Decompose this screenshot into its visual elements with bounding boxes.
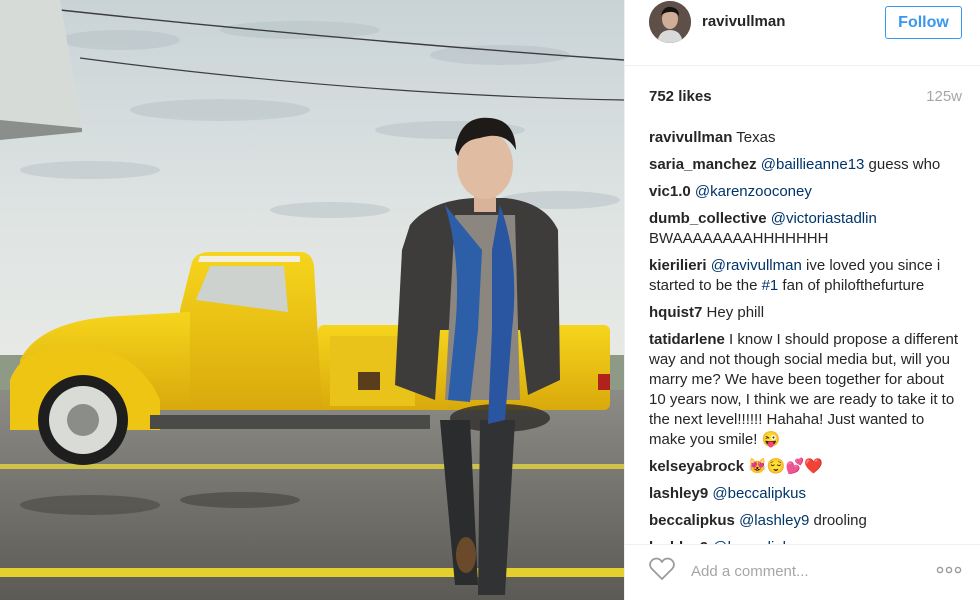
- comment-item: beccalipkus @lashley9 drooling: [649, 511, 963, 531]
- comment-body-text: fan of philofthefurture: [778, 277, 925, 294]
- comment-mention-link[interactable]: @victoriastadlin: [771, 210, 877, 227]
- comment-item: saria_manchez @baillieanne13 guess who: [649, 155, 963, 175]
- post-photo[interactable]: [0, 0, 624, 600]
- comment-author[interactable]: kelseyabrock: [649, 458, 744, 475]
- post-age[interactable]: 125w: [926, 88, 962, 105]
- comment-author[interactable]: lashley9: [649, 485, 708, 502]
- comment-item: vic1.0 @karenzooconey: [649, 182, 963, 202]
- comment-author[interactable]: beccalipkus: [649, 512, 735, 529]
- comment-item: tatidarlene I know I should propose a di…: [649, 330, 963, 450]
- comment-item: lashley9 @beccalipkus: [649, 484, 963, 504]
- comment-author[interactable]: kierilieri: [649, 257, 707, 274]
- comment-author[interactable]: dumb_collective: [649, 210, 767, 227]
- comment-text: @baillieanne13 guess who: [761, 156, 941, 173]
- comment-author[interactable]: vic1.0: [649, 183, 691, 200]
- comment-text: 😻😌💕❤️: [748, 458, 823, 475]
- post-stats: 752 likes 125w: [649, 88, 962, 108]
- comment-body-text: BWAAAAAAAAHHHHHHH: [649, 230, 829, 247]
- comment-body-text: guess who: [864, 156, 941, 173]
- comment-body-text: Hey phill: [706, 304, 765, 321]
- comment-body-text: I know I should propose a different way …: [649, 331, 959, 448]
- comment-body-text: 😻😌💕❤️: [748, 458, 823, 475]
- comment-body-text: drooling: [809, 512, 867, 529]
- add-comment-input[interactable]: [689, 559, 923, 583]
- comment-mention-link[interactable]: @lashley9: [739, 512, 809, 529]
- comment-author[interactable]: saria_manchez: [649, 156, 757, 173]
- comment-mention-link[interactable]: @beccalipkus: [712, 485, 806, 502]
- comment-mention-link[interactable]: @ravivullman: [711, 257, 802, 274]
- post-sidebar: ravivullman Follow 752 likes 125w ravivu…: [624, 0, 980, 600]
- comment-item: ravivullman Texas: [649, 128, 963, 148]
- comment-text: @beccalipkus: [712, 485, 806, 502]
- comment-item: dumb_collective @victoriastadlin BWAAAAA…: [649, 209, 963, 249]
- comment-item: hquist7 Hey phill: [649, 303, 963, 323]
- comment-author[interactable]: ravivullman: [649, 129, 732, 146]
- comment-hashtag-link[interactable]: #1: [762, 277, 779, 294]
- post-username[interactable]: ravivullman: [702, 13, 785, 30]
- comment-mention-link[interactable]: @karenzooconey: [695, 183, 812, 200]
- comment-item: kelseyabrock 😻😌💕❤️: [649, 457, 963, 477]
- comments-list[interactable]: ravivullman Texas saria_manchez @bailliea…: [649, 128, 963, 544]
- comment-text: @karenzooconey: [695, 183, 812, 200]
- post-view: ravivullman Follow 752 likes 125w ravivu…: [0, 0, 980, 600]
- comment-text: Hey phill: [707, 304, 765, 321]
- comment-author[interactable]: hquist7: [649, 304, 702, 321]
- likes-count[interactable]: 752 likes: [649, 88, 712, 105]
- heart-icon[interactable]: [649, 557, 675, 581]
- comment-text: Texas: [736, 129, 775, 146]
- follow-button[interactable]: Follow: [885, 6, 962, 39]
- comment-item: kierilieri @ravivullman ive loved you si…: [649, 256, 963, 296]
- comment-text: I know I should propose a different way …: [649, 331, 958, 448]
- avatar-image: [649, 1, 691, 43]
- more-options-icon[interactable]: [936, 565, 962, 575]
- comment-bar: [625, 544, 980, 600]
- comment-body-text: Texas: [736, 129, 776, 146]
- comment-mention-link[interactable]: @baillieanne13: [761, 156, 865, 173]
- avatar[interactable]: [649, 1, 691, 43]
- post-header: ravivullman Follow: [625, 0, 980, 66]
- comment-author[interactable]: tatidarlene: [649, 331, 725, 348]
- photo-illustration: [0, 0, 624, 600]
- comment-text: @lashley9 drooling: [739, 512, 867, 529]
